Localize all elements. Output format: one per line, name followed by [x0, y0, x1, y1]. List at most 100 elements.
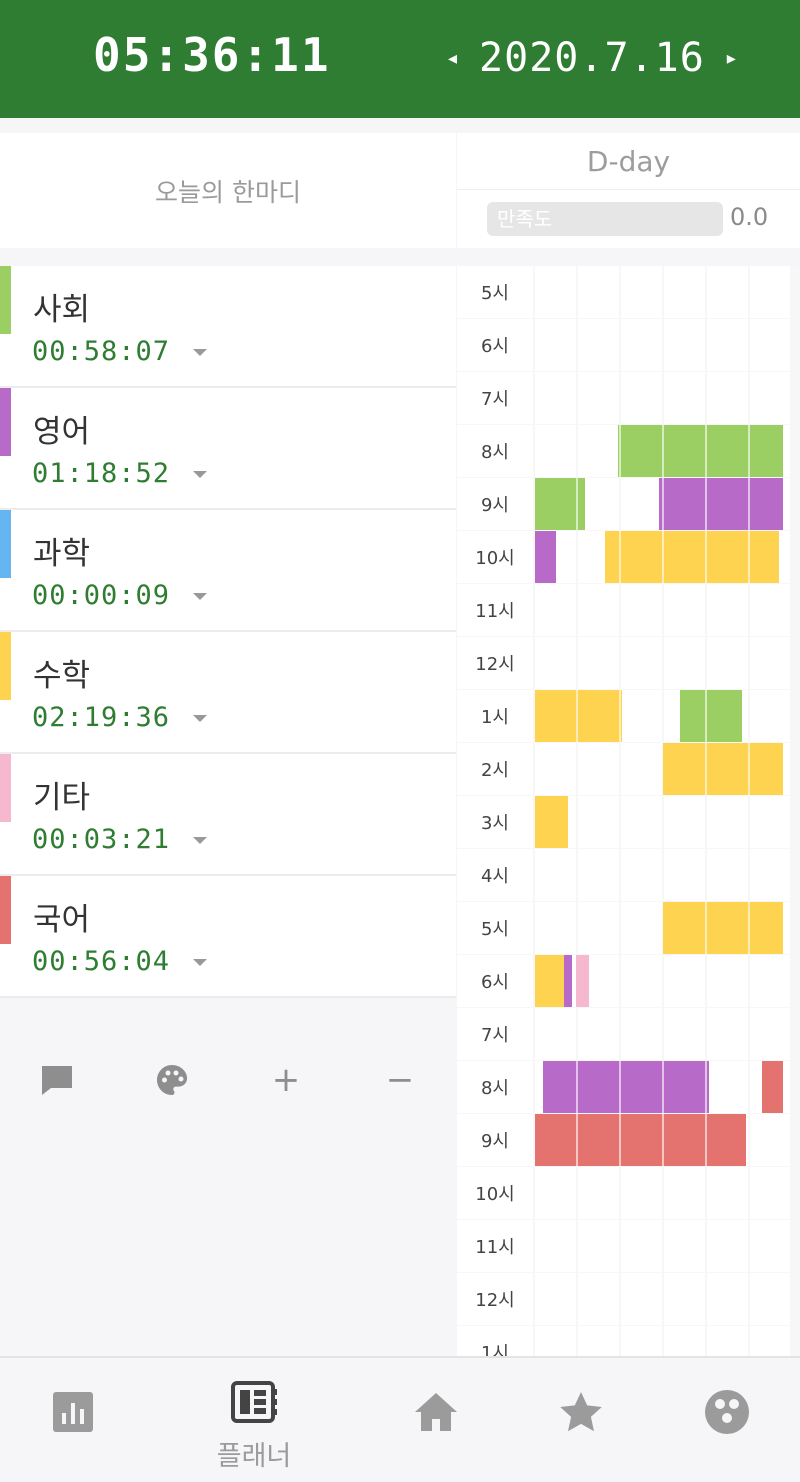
timetable-row[interactable]: 7시: [457, 1008, 800, 1061]
subject-item[interactable]: 수학 02:19:36: [0, 632, 456, 754]
timetable-cell: [535, 849, 576, 901]
subject-item[interactable]: 과학 00:00:09: [0, 510, 456, 632]
timetable-cell: [707, 1008, 748, 1060]
add-subject-button[interactable]: +: [261, 1055, 311, 1105]
timetable-row[interactable]: 6시: [457, 955, 800, 1008]
column-divider: [662, 1061, 664, 1113]
timetable-row[interactable]: 12시: [457, 637, 800, 690]
subject-item[interactable]: 국어 00:56:04: [0, 876, 456, 998]
timetable-row[interactable]: 4시: [457, 849, 800, 902]
timetable-cell: [535, 1167, 576, 1219]
timetable-cell: [578, 266, 619, 318]
timetable-cell: [707, 1273, 748, 1325]
timetable-cell: [578, 425, 619, 477]
study-block: [535, 796, 569, 848]
chevron-down-icon[interactable]: [193, 349, 207, 356]
column-divider: [662, 1114, 664, 1166]
timetable-row[interactable]: 7시: [457, 372, 800, 425]
timetable-cell: [535, 1008, 576, 1060]
subject-time: 00:03:21: [32, 824, 171, 855]
timetable-cell: [535, 1326, 576, 1356]
group-icon: [703, 1388, 751, 1436]
column-divider: [619, 531, 621, 583]
column-divider: [705, 902, 707, 954]
timetable-cell: [707, 955, 748, 1007]
nav-planner[interactable]: 플래너: [194, 1358, 314, 1482]
hour-label: 5시: [457, 266, 533, 318]
column-divider: [748, 902, 750, 954]
hour-label: 2시: [457, 743, 533, 795]
dday-label[interactable]: D-day: [457, 133, 800, 190]
dday-panel: D-day 만족도 0.0: [457, 133, 800, 248]
prev-date-arrow-icon[interactable]: ◂: [448, 48, 457, 69]
nav-home[interactable]: [376, 1358, 496, 1482]
palette-icon[interactable]: [147, 1055, 197, 1105]
timetable-cell: [621, 1273, 662, 1325]
timetable-row[interactable]: 11시: [457, 1220, 800, 1273]
planner-icon: [230, 1378, 278, 1426]
chevron-down-icon[interactable]: [193, 837, 207, 844]
chevron-down-icon[interactable]: [193, 959, 207, 966]
timetable-cell: [578, 637, 619, 689]
hour-label: 9시: [457, 478, 533, 530]
subject-item[interactable]: 사회 00:58:07: [0, 266, 456, 388]
nav-stats[interactable]: [13, 1358, 133, 1482]
current-date[interactable]: 2020.7.16: [479, 35, 705, 81]
timetable-cell: [750, 1326, 790, 1356]
timetable-cell: [707, 1061, 748, 1113]
chevron-down-icon[interactable]: [193, 471, 207, 478]
hour-label: 1시: [457, 1326, 533, 1356]
hour-label: 12시: [457, 1273, 533, 1325]
nav-group[interactable]: [667, 1358, 787, 1482]
hour-label: 7시: [457, 1008, 533, 1060]
daily-motto-field[interactable]: 오늘의 한마디: [0, 133, 456, 248]
timetable-row[interactable]: 1시: [457, 690, 800, 743]
timetable-cell: [621, 743, 662, 795]
column-divider: [748, 478, 750, 530]
column-divider: [576, 690, 578, 742]
column-divider: [705, 690, 707, 742]
chevron-down-icon[interactable]: [193, 715, 207, 722]
next-date-arrow-icon[interactable]: ▸: [727, 48, 736, 69]
timetable-row[interactable]: 3시: [457, 796, 800, 849]
satisfaction-bar[interactable]: 만족도: [487, 202, 723, 236]
column-divider: [662, 531, 664, 583]
timetable-cell: [621, 1326, 662, 1356]
timetable-cell: [578, 796, 619, 848]
timetable-cell: [664, 1326, 705, 1356]
timetable-cell: [621, 902, 662, 954]
hour-label: 11시: [457, 1220, 533, 1272]
subject-item[interactable]: 영어 01:18:52: [0, 388, 456, 510]
timetable-row[interactable]: 11시: [457, 584, 800, 637]
hour-label: 6시: [457, 319, 533, 371]
timetable-cell: [578, 849, 619, 901]
nav-favorites[interactable]: [521, 1358, 641, 1482]
comment-icon[interactable]: [32, 1055, 82, 1105]
timetable-cell: [621, 266, 662, 318]
subject-item[interactable]: 기타 00:03:21: [0, 754, 456, 876]
timetable-row[interactable]: 1시: [457, 1326, 800, 1356]
bottom-nav: 플래너: [0, 1356, 800, 1482]
timetable-cell: [750, 372, 790, 424]
study-block: [535, 1114, 746, 1166]
remove-subject-button[interactable]: −: [375, 1055, 425, 1105]
timetable-row[interactable]: 6시: [457, 319, 800, 372]
column-divider: [619, 1061, 621, 1113]
timetable-row[interactable]: 12시: [457, 1273, 800, 1326]
timetable-cell: [621, 637, 662, 689]
column-divider: [748, 743, 750, 795]
timetable-cell: [750, 796, 790, 848]
timetable-row[interactable]: 5시: [457, 266, 800, 319]
home-icon: [412, 1388, 460, 1436]
subject-color-bar: [0, 388, 11, 456]
subject-name: 수학: [33, 658, 91, 694]
timetable-cell: [578, 1220, 619, 1272]
hour-label: 6시: [457, 955, 533, 1007]
chevron-down-icon[interactable]: [193, 593, 207, 600]
timetable-cell: [535, 1220, 576, 1272]
study-block: [663, 743, 783, 795]
timetable-row[interactable]: 10시: [457, 1167, 800, 1220]
study-block: [535, 531, 556, 583]
timetable-cell: [621, 1167, 662, 1219]
bar-chart-icon: [49, 1388, 97, 1436]
